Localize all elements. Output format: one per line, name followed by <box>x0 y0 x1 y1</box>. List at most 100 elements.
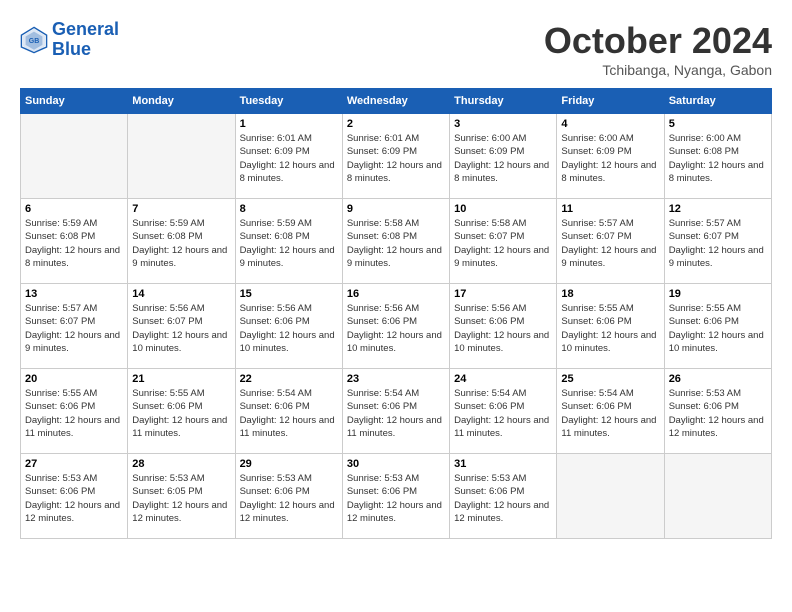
cell-details: Sunrise: 5:54 AMSunset: 6:06 PMDaylight:… <box>454 387 552 440</box>
day-number: 25 <box>561 373 659 385</box>
day-number: 1 <box>240 118 338 130</box>
calendar-week-3: 13 Sunrise: 5:57 AMSunset: 6:07 PMDayligh… <box>21 284 772 369</box>
calendar-cell: 9Sunrise: 5:58 AMSunset: 6:08 PMDaylight… <box>342 199 449 284</box>
calendar-week-4: 20 Sunrise: 5:55 AMSunset: 6:06 PMDayligh… <box>21 369 772 454</box>
calendar-cell: 6Sunrise: 5:59 AMSunset: 6:08 PMDaylight… <box>21 199 128 284</box>
cell-details: Sunrise: 5:57 AMSunset: 6:07 PMDaylight:… <box>561 217 659 270</box>
calendar-cell: 12 Sunrise: 5:57 AMSunset: 6:07 PMDayligh… <box>664 199 771 284</box>
calendar-week-5: 27 Sunrise: 5:53 AMSunset: 6:06 PMDayligh… <box>21 454 772 539</box>
cell-details: Sunrise: 5:59 AMSunset: 6:08 PMDaylight:… <box>132 217 230 270</box>
day-number: 20 <box>25 373 123 385</box>
calendar-cell: 13 Sunrise: 5:57 AMSunset: 6:07 PMDayligh… <box>21 284 128 369</box>
logo: GB General Blue <box>20 20 119 60</box>
cell-details: Sunrise: 6:00 AMSunset: 6:09 PMDaylight:… <box>454 132 552 185</box>
day-header-sunday: Sunday <box>21 89 128 114</box>
location-title: Tchibanga, Nyanga, Gabon <box>544 62 772 78</box>
day-number: 12 <box>669 203 767 215</box>
calendar-header-row: SundayMondayTuesdayWednesdayThursdayFrid… <box>21 89 772 114</box>
day-number: 15 <box>240 288 338 300</box>
day-header-thursday: Thursday <box>450 89 557 114</box>
cell-details: Sunrise: 5:56 AMSunset: 6:07 PMDaylight:… <box>132 302 230 355</box>
logo-icon: GB <box>20 26 48 54</box>
calendar-cell: 11 Sunrise: 5:57 AMSunset: 6:07 PMDayligh… <box>557 199 664 284</box>
cell-details: Sunrise: 6:01 AMSunset: 6:09 PMDaylight:… <box>240 132 338 185</box>
logo-line2: Blue <box>52 39 91 59</box>
calendar-cell: 18Sunrise: 5:55 AMSunset: 6:06 PMDayligh… <box>557 284 664 369</box>
calendar-table: SundayMondayTuesdayWednesdayThursdayFrid… <box>20 88 772 539</box>
cell-details: Sunrise: 5:57 AMSunset: 6:07 PMDaylight:… <box>669 217 767 270</box>
calendar-cell: 31 Sunrise: 5:53 AMSunset: 6:06 PMDayligh… <box>450 454 557 539</box>
day-number: 27 <box>25 458 123 470</box>
calendar-cell: 14 Sunrise: 5:56 AMSunset: 6:07 PMDayligh… <box>128 284 235 369</box>
month-title: October 2024 <box>544 20 772 62</box>
cell-details: Sunrise: 6:01 AMSunset: 6:09 PMDaylight:… <box>347 132 445 185</box>
calendar-cell: 15 Sunrise: 5:56 AMSunset: 6:06 PMDayligh… <box>235 284 342 369</box>
logo-line1: General <box>52 19 119 39</box>
day-number: 11 <box>561 203 659 215</box>
day-number: 13 <box>25 288 123 300</box>
day-number: 21 <box>132 373 230 385</box>
day-number: 26 <box>669 373 767 385</box>
page-header: GB General Blue October 2024 Tchibanga, … <box>20 20 772 78</box>
cell-details: Sunrise: 5:53 AMSunset: 6:05 PMDaylight:… <box>132 472 230 525</box>
cell-details: Sunrise: 5:56 AMSunset: 6:06 PMDaylight:… <box>454 302 552 355</box>
calendar-cell: 24 Sunrise: 5:54 AMSunset: 6:06 PMDayligh… <box>450 369 557 454</box>
day-number: 14 <box>132 288 230 300</box>
day-header-wednesday: Wednesday <box>342 89 449 114</box>
calendar-cell: 27Sunrise: 5:53 AMSunset: 6:06 PMDayligh… <box>21 454 128 539</box>
calendar-cell: 30 Sunrise: 5:53 AMSunset: 6:06 PMDayligh… <box>342 454 449 539</box>
day-header-saturday: Saturday <box>664 89 771 114</box>
cell-details: Sunrise: 5:55 AMSunset: 6:06 PMDaylight:… <box>561 302 659 355</box>
calendar-cell: 28Sunrise: 5:53 AMSunset: 6:05 PMDayligh… <box>128 454 235 539</box>
calendar-cell: 20Sunrise: 5:55 AMSunset: 6:06 PMDayligh… <box>21 369 128 454</box>
calendar-cell: 4Sunrise: 6:00 AMSunset: 6:09 PMDaylight… <box>557 114 664 199</box>
day-number: 16 <box>347 288 445 300</box>
cell-details: Sunrise: 5:53 AMSunset: 6:06 PMDaylight:… <box>454 472 552 525</box>
day-number: 5 <box>669 118 767 130</box>
day-number: 8 <box>240 203 338 215</box>
day-number: 22 <box>240 373 338 385</box>
day-number: 9 <box>347 203 445 215</box>
cell-details: Sunrise: 5:59 AMSunset: 6:08 PMDaylight:… <box>240 217 338 270</box>
calendar-cell: 25 Sunrise: 5:54 AMSunset: 6:06 PMDayligh… <box>557 369 664 454</box>
cell-details: Sunrise: 5:54 AMSunset: 6:06 PMDaylight:… <box>561 387 659 440</box>
calendar-cell: 19Sunrise: 5:55 AMSunset: 6:06 PMDayligh… <box>664 284 771 369</box>
calendar-cell: 16 Sunrise: 5:56 AMSunset: 6:06 PMDayligh… <box>342 284 449 369</box>
cell-details: Sunrise: 5:56 AMSunset: 6:06 PMDaylight:… <box>347 302 445 355</box>
day-number: 31 <box>454 458 552 470</box>
calendar-cell <box>664 454 771 539</box>
calendar-cell: 2 Sunrise: 6:01 AMSunset: 6:09 PMDaylight… <box>342 114 449 199</box>
cell-details: Sunrise: 5:55 AMSunset: 6:06 PMDaylight:… <box>669 302 767 355</box>
day-number: 24 <box>454 373 552 385</box>
calendar-cell <box>557 454 664 539</box>
calendar-cell: 17 Sunrise: 5:56 AMSunset: 6:06 PMDayligh… <box>450 284 557 369</box>
calendar-week-2: 6Sunrise: 5:59 AMSunset: 6:08 PMDaylight… <box>21 199 772 284</box>
day-number: 2 <box>347 118 445 130</box>
calendar-cell <box>21 114 128 199</box>
calendar-cell: 22 Sunrise: 5:54 AMSunset: 6:06 PMDayligh… <box>235 369 342 454</box>
day-number: 4 <box>561 118 659 130</box>
calendar-cell: 3 Sunrise: 6:00 AMSunset: 6:09 PMDaylight… <box>450 114 557 199</box>
day-number: 29 <box>240 458 338 470</box>
day-number: 17 <box>454 288 552 300</box>
calendar-cell: 10 Sunrise: 5:58 AMSunset: 6:07 PMDayligh… <box>450 199 557 284</box>
calendar-cell: 23Sunrise: 5:54 AMSunset: 6:06 PMDayligh… <box>342 369 449 454</box>
cell-details: Sunrise: 5:58 AMSunset: 6:07 PMDaylight:… <box>454 217 552 270</box>
calendar-cell: 26 Sunrise: 5:53 AMSunset: 6:06 PMDayligh… <box>664 369 771 454</box>
calendar-cell: 21 Sunrise: 5:55 AMSunset: 6:06 PMDayligh… <box>128 369 235 454</box>
calendar-week-1: 1 Sunrise: 6:01 AMSunset: 6:09 PMDaylight… <box>21 114 772 199</box>
title-area: October 2024 Tchibanga, Nyanga, Gabon <box>544 20 772 78</box>
cell-details: Sunrise: 5:53 AMSunset: 6:06 PMDaylight:… <box>347 472 445 525</box>
day-number: 10 <box>454 203 552 215</box>
cell-details: Sunrise: 5:53 AMSunset: 6:06 PMDaylight:… <box>669 387 767 440</box>
logo-text: General Blue <box>52 20 119 60</box>
cell-details: Sunrise: 5:55 AMSunset: 6:06 PMDaylight:… <box>132 387 230 440</box>
day-number: 7 <box>132 203 230 215</box>
day-number: 3 <box>454 118 552 130</box>
cell-details: Sunrise: 6:00 AMSunset: 6:08 PMDaylight:… <box>669 132 767 185</box>
day-number: 30 <box>347 458 445 470</box>
calendar-cell <box>128 114 235 199</box>
cell-details: Sunrise: 5:57 AMSunset: 6:07 PMDaylight:… <box>25 302 123 355</box>
cell-details: Sunrise: 5:56 AMSunset: 6:06 PMDaylight:… <box>240 302 338 355</box>
cell-details: Sunrise: 5:54 AMSunset: 6:06 PMDaylight:… <box>240 387 338 440</box>
